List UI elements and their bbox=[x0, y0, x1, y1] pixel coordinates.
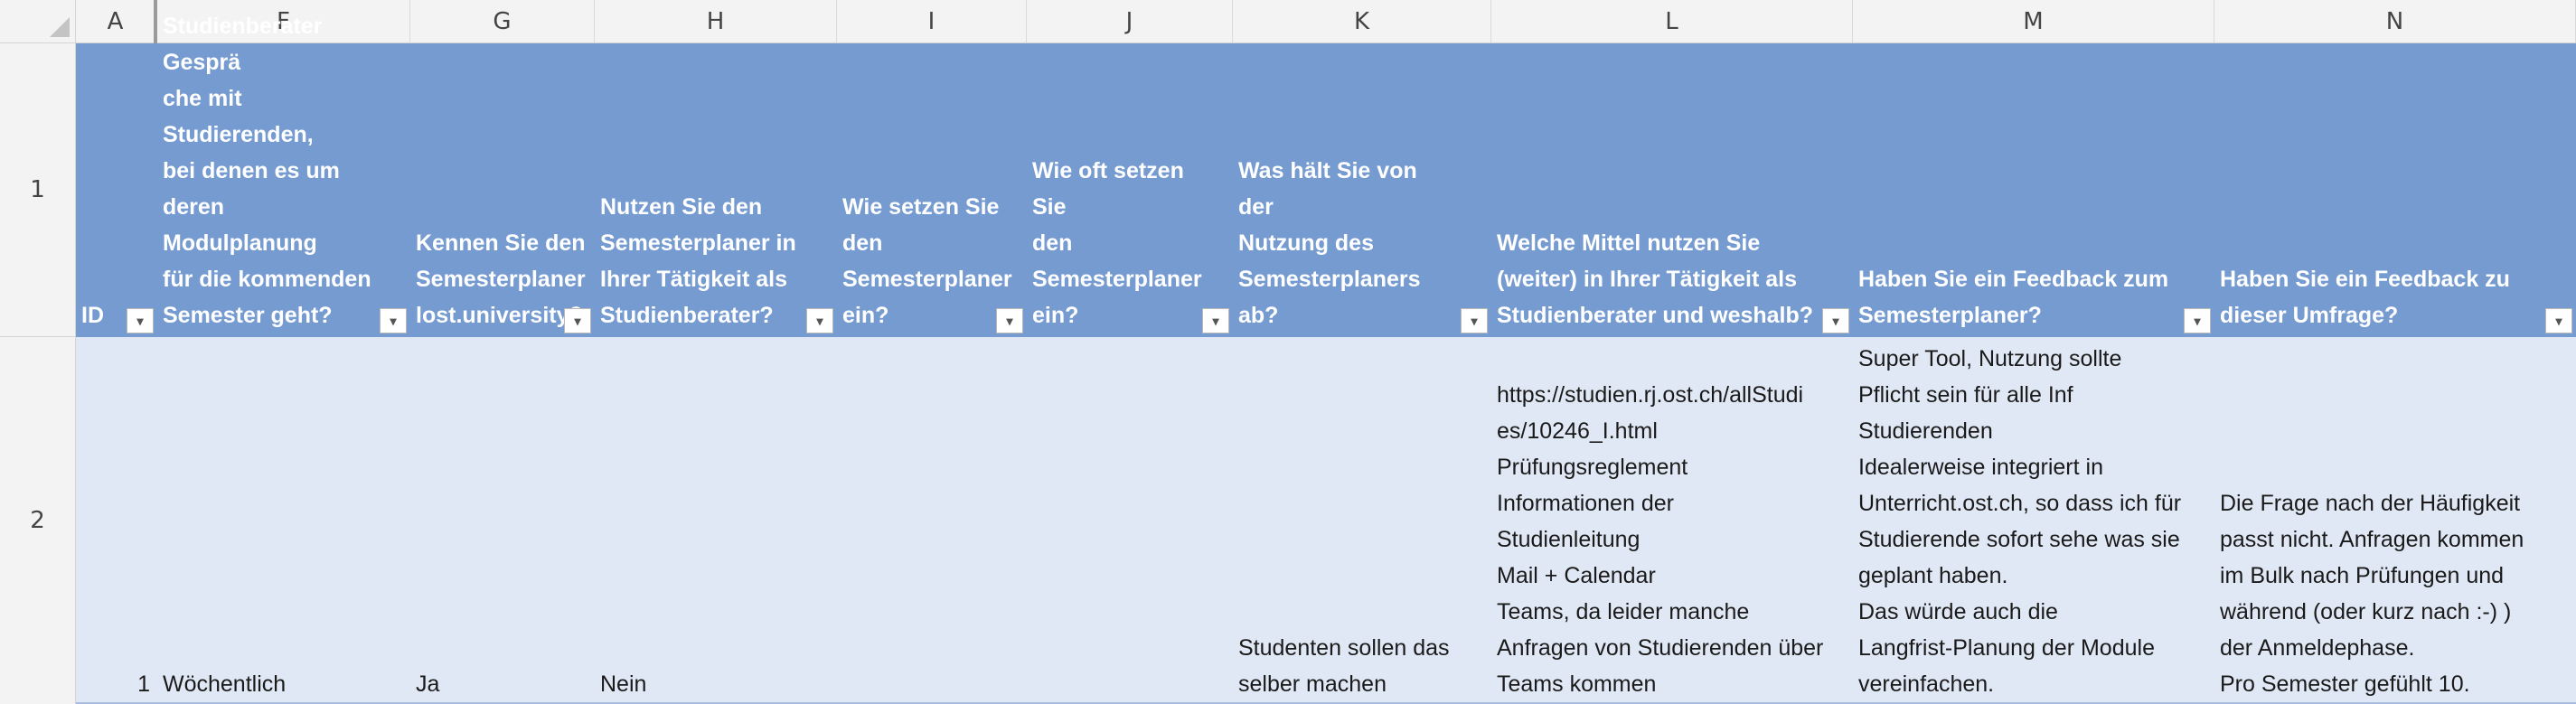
chevron-down-icon[interactable]: ▾ bbox=[127, 308, 154, 333]
row-header-1[interactable]: 1 bbox=[0, 43, 76, 337]
chevron-down-icon[interactable]: ▾ bbox=[380, 308, 407, 333]
select-all-corner[interactable] bbox=[0, 0, 76, 43]
cell-k[interactable]: Studenten sollen das selber machen bbox=[1233, 337, 1491, 704]
column-header-m[interactable]: M bbox=[1853, 0, 2214, 43]
header-cell-i[interactable]: Wie setzen Sie den Semesterplaner ein? ▾ bbox=[837, 43, 1027, 337]
chevron-down-icon[interactable]: ▾ bbox=[996, 308, 1023, 333]
chevron-down-icon[interactable]: ▾ bbox=[2545, 308, 2572, 333]
header-cell-g[interactable]: Kennen Sie den Semesterplaner lost.unive… bbox=[410, 43, 595, 337]
header-cell-f[interactable]: Wie oft führen Sie als Studienberater Ge… bbox=[157, 0, 410, 337]
column-header-a[interactable]: A bbox=[76, 0, 155, 43]
cell-n[interactable]: Die Frage nach der Häufigkeit passt nich… bbox=[2214, 337, 2576, 704]
header-cell-m[interactable]: Haben Sie ein Feedback zum Semesterplane… bbox=[1853, 43, 2214, 337]
chevron-down-icon[interactable]: ▾ bbox=[2184, 308, 2211, 333]
chevron-down-icon[interactable]: ▾ bbox=[1202, 308, 1229, 333]
chevron-down-icon[interactable]: ▾ bbox=[1461, 308, 1488, 333]
column-header-j[interactable]: J bbox=[1027, 0, 1233, 43]
cell-j[interactable] bbox=[1027, 337, 1233, 704]
cell-g[interactable]: Ja bbox=[410, 337, 595, 704]
column-header-g[interactable]: G bbox=[410, 0, 595, 43]
cell-f[interactable]: Wöchentlich bbox=[157, 337, 410, 704]
chevron-down-icon[interactable]: ▾ bbox=[564, 308, 591, 333]
cell-id[interactable]: 1 bbox=[76, 337, 157, 704]
select-all-icon bbox=[50, 17, 70, 37]
column-header-h[interactable]: H bbox=[595, 0, 837, 43]
cell-i[interactable] bbox=[837, 337, 1027, 704]
header-cell-h[interactable]: Nutzen Sie den Semesterplaner in Ihrer T… bbox=[595, 43, 837, 337]
cell-l[interactable]: https://studien.rj.ost.ch/allStudi es/10… bbox=[1491, 337, 1853, 704]
header-cell-id[interactable]: ID ▾ bbox=[76, 43, 157, 337]
column-header-k[interactable]: K bbox=[1233, 0, 1491, 43]
header-cell-j[interactable]: Wie oft setzen Sie den Semesterplaner ei… bbox=[1027, 43, 1233, 337]
chevron-down-icon[interactable]: ▾ bbox=[1822, 308, 1849, 333]
column-header-i[interactable]: I bbox=[837, 0, 1027, 43]
header-cell-k[interactable]: Was hält Sie von der Nutzung des Semeste… bbox=[1233, 43, 1491, 337]
column-header-n[interactable]: N bbox=[2214, 0, 2576, 43]
chevron-down-icon[interactable]: ▾ bbox=[806, 308, 833, 333]
cell-h[interactable]: Nein bbox=[595, 337, 837, 704]
spreadsheet: A F G H I J K L M N 1 2 ID ▾ Wie oft füh… bbox=[0, 0, 2576, 704]
row-header-2[interactable]: 2 bbox=[0, 337, 76, 704]
column-header-l[interactable]: L bbox=[1491, 0, 1853, 43]
header-cell-n[interactable]: Haben Sie ein Feedback zu dieser Umfrage… bbox=[2214, 43, 2576, 337]
cell-m[interactable]: Super Tool, Nutzung sollte Pflicht sein … bbox=[1853, 337, 2214, 704]
header-cell-l[interactable]: Welche Mittel nutzen Sie (weiter) in Ihr… bbox=[1491, 43, 1853, 337]
